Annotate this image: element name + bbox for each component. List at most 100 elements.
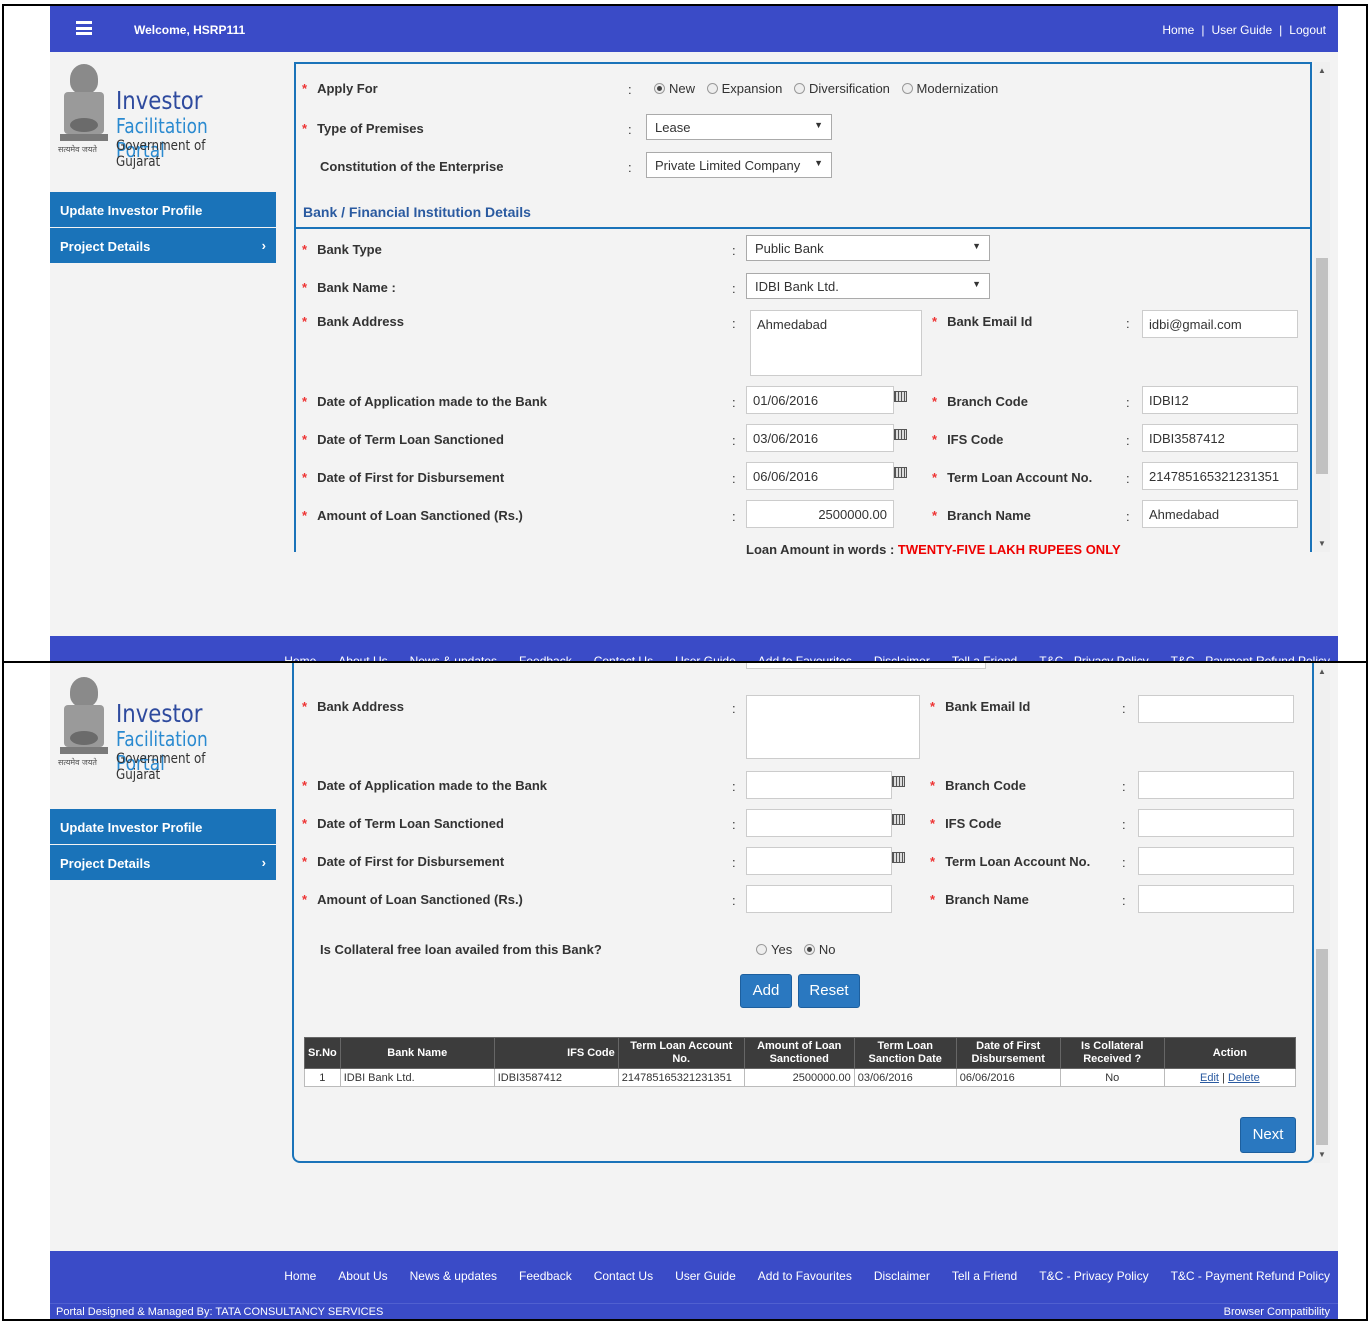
- sidebar-item-label: Project Details: [60, 856, 151, 871]
- date-term-input[interactable]: 03/06/2016: [746, 424, 894, 452]
- edit-link[interactable]: Edit: [1200, 1072, 1219, 1084]
- calendar-icon[interactable]: [892, 776, 905, 787]
- date-first-input[interactable]: 06/06/2016: [746, 462, 894, 490]
- user-guide-link[interactable]: User Guide: [1211, 23, 1272, 37]
- delete-link[interactable]: Delete: [1228, 1072, 1260, 1084]
- footer-link-feedback[interactable]: Feedback: [519, 654, 572, 661]
- next-button[interactable]: Next: [1240, 1117, 1296, 1153]
- premises-label: Type of Premises: [317, 121, 424, 136]
- footer-link-guide[interactable]: User Guide: [675, 1269, 736, 1283]
- bank-email-input[interactable]: idbi@gmail.com: [1142, 310, 1298, 338]
- radio-diversification[interactable]: [793, 83, 805, 94]
- emblem-icon: सत्यमेव जयते: [56, 677, 112, 767]
- footer-link-refund[interactable]: T&C - Payment Refund Policy: [1171, 1269, 1330, 1283]
- footer-link-tell-friend[interactable]: Tell a Friend: [952, 654, 1017, 661]
- footer-link-contact[interactable]: Contact Us: [594, 654, 653, 661]
- footer-link-tell-friend[interactable]: Tell a Friend: [952, 1269, 1017, 1283]
- scroll-up-icon: ▲: [1318, 66, 1326, 75]
- footer-link-news[interactable]: News & updates: [410, 1269, 497, 1283]
- add-button[interactable]: Add: [740, 974, 792, 1008]
- footer-link-privacy[interactable]: T&C - Privacy Policy: [1039, 654, 1148, 661]
- scroll-thumb: [1316, 949, 1328, 1145]
- bank-address-label: Bank Address: [317, 699, 404, 714]
- home-link[interactable]: Home: [1162, 23, 1194, 37]
- term-account-input[interactable]: 214785165321231351: [1142, 462, 1298, 490]
- sidebar-item-update-profile[interactable]: Update Investor Profile: [50, 809, 276, 844]
- footer-link-disclaimer[interactable]: Disclaimer: [874, 654, 930, 661]
- sidebar-item-project-details[interactable]: Project Details ›: [50, 845, 276, 880]
- caret-down-icon: ▼: [972, 279, 981, 289]
- footer-link-favourites[interactable]: Add to Favourites: [758, 1269, 852, 1283]
- page-frame: Welcome, HSRP111 Home | User Guide | Logout …: [50, 6, 1338, 661]
- scroll-thumb: [1316, 258, 1328, 474]
- calendar-icon[interactable]: [894, 467, 907, 478]
- section-title: Bank / Financial Institution Details: [303, 204, 531, 220]
- calendar-icon[interactable]: [892, 852, 905, 863]
- term-account-input[interactable]: [1138, 847, 1294, 875]
- footer-link-favourites[interactable]: Add to Favourites: [758, 654, 852, 661]
- bank-type-select[interactable]: Public Bank ▼: [746, 235, 990, 261]
- radio-expansion[interactable]: [706, 83, 718, 94]
- th-bank-name: Bank Name: [339, 1037, 495, 1069]
- form-panel: * Apply For : New Expansion Diversificati…: [294, 62, 1312, 557]
- footer-link-privacy[interactable]: T&C - Privacy Policy: [1039, 1269, 1148, 1283]
- reset-button[interactable]: Reset: [798, 974, 860, 1008]
- ifs-code-input[interactable]: [1138, 809, 1294, 837]
- footer-link-home[interactable]: Home: [284, 1269, 316, 1283]
- footer-link-about[interactable]: About Us: [338, 654, 387, 661]
- amount-input[interactable]: 2500000.00: [746, 500, 894, 528]
- footer-link-disclaimer[interactable]: Disclaimer: [874, 1269, 930, 1283]
- top-header: Welcome, HSRP111 Home | User Guide | Logout: [50, 6, 1338, 52]
- date-application-input[interactable]: 01/06/2016: [746, 386, 894, 414]
- footer-bottom: Portal Designed & Managed By: TATA CONSU…: [50, 1303, 1338, 1319]
- calendar-icon[interactable]: [894, 429, 907, 440]
- sidebar-item-update-profile[interactable]: Update Investor Profile: [50, 192, 276, 227]
- bank-name-label: Bank Name :: [317, 280, 396, 295]
- branch-code-input[interactable]: IDBI12: [1142, 386, 1298, 414]
- browser-compat-link[interactable]: Browser Compatibility: [1224, 1306, 1330, 1318]
- form-scrollbar[interactable]: ▲ ▼: [1314, 62, 1330, 552]
- branch-name-input[interactable]: Ahmedabad: [1142, 500, 1298, 528]
- amount-input[interactable]: [746, 885, 892, 913]
- date-application-label: Date of Application made to the Bank: [317, 778, 547, 793]
- bank-name-select[interactable]: IDBI Bank Ltd. ▼: [746, 273, 990, 299]
- caret-down-icon: ▼: [814, 120, 823, 130]
- menu-icon[interactable]: [76, 21, 92, 35]
- portal-logo: सत्यमेव जयते Investor Facilitation Porta…: [52, 671, 276, 791]
- date-term-label: Date of Term Loan Sanctioned: [317, 432, 504, 447]
- radio-no[interactable]: [803, 944, 815, 955]
- sidebar-item-project-details[interactable]: Project Details ›: [50, 228, 276, 263]
- radio-yes[interactable]: [756, 944, 767, 955]
- chevron-right-icon: ›: [261, 238, 266, 253]
- footer-link-home[interactable]: Home: [284, 654, 316, 661]
- collateral-radios: Yes No: [756, 942, 843, 957]
- radio-modernization[interactable]: [901, 83, 913, 94]
- top-screenshot: Welcome, HSRP111 Home | User Guide | Logout …: [2, 4, 1368, 663]
- calendar-icon[interactable]: [894, 391, 907, 402]
- footer-link-news[interactable]: News & updates: [410, 654, 497, 661]
- bank-address-textarea[interactable]: [746, 695, 920, 759]
- footer-link-contact[interactable]: Contact Us: [594, 1269, 653, 1283]
- bank-email-input[interactable]: [1138, 695, 1294, 723]
- date-application-input[interactable]: [746, 771, 892, 799]
- calendar-icon[interactable]: [892, 814, 905, 825]
- radio-new[interactable]: [654, 83, 665, 94]
- branch-code-input[interactable]: [1138, 771, 1294, 799]
- footer-link-guide[interactable]: User Guide: [675, 654, 736, 661]
- bank-table: Sr.No Bank Name IFS Code Term Loan Accou…: [304, 1037, 1297, 1087]
- branch-name-input[interactable]: [1138, 885, 1294, 913]
- branch-name-label: Branch Name: [945, 892, 1029, 907]
- premises-select[interactable]: Lease ▼: [646, 114, 832, 140]
- bank-address-textarea[interactable]: Ahmedabad: [750, 310, 922, 376]
- footer-link-feedback[interactable]: Feedback: [519, 1269, 572, 1283]
- constitution-select[interactable]: Private Limited Company ▼: [646, 152, 832, 178]
- date-first-input[interactable]: [746, 847, 892, 875]
- form-scrollbar[interactable]: ▲ ▼: [1314, 663, 1330, 1163]
- logout-link[interactable]: Logout: [1289, 23, 1326, 37]
- footer-link-about[interactable]: About Us: [338, 1269, 387, 1283]
- portal-logo: सत्यमेव जयते Investor Facilitation Porta…: [52, 58, 276, 178]
- footer-link-refund[interactable]: T&C - Payment Refund Policy: [1171, 654, 1330, 661]
- date-term-input[interactable]: [746, 809, 892, 837]
- ifs-code-input[interactable]: IDBI3587412: [1142, 424, 1298, 452]
- collateral-question: Is Collateral free loan availed from thi…: [320, 942, 602, 957]
